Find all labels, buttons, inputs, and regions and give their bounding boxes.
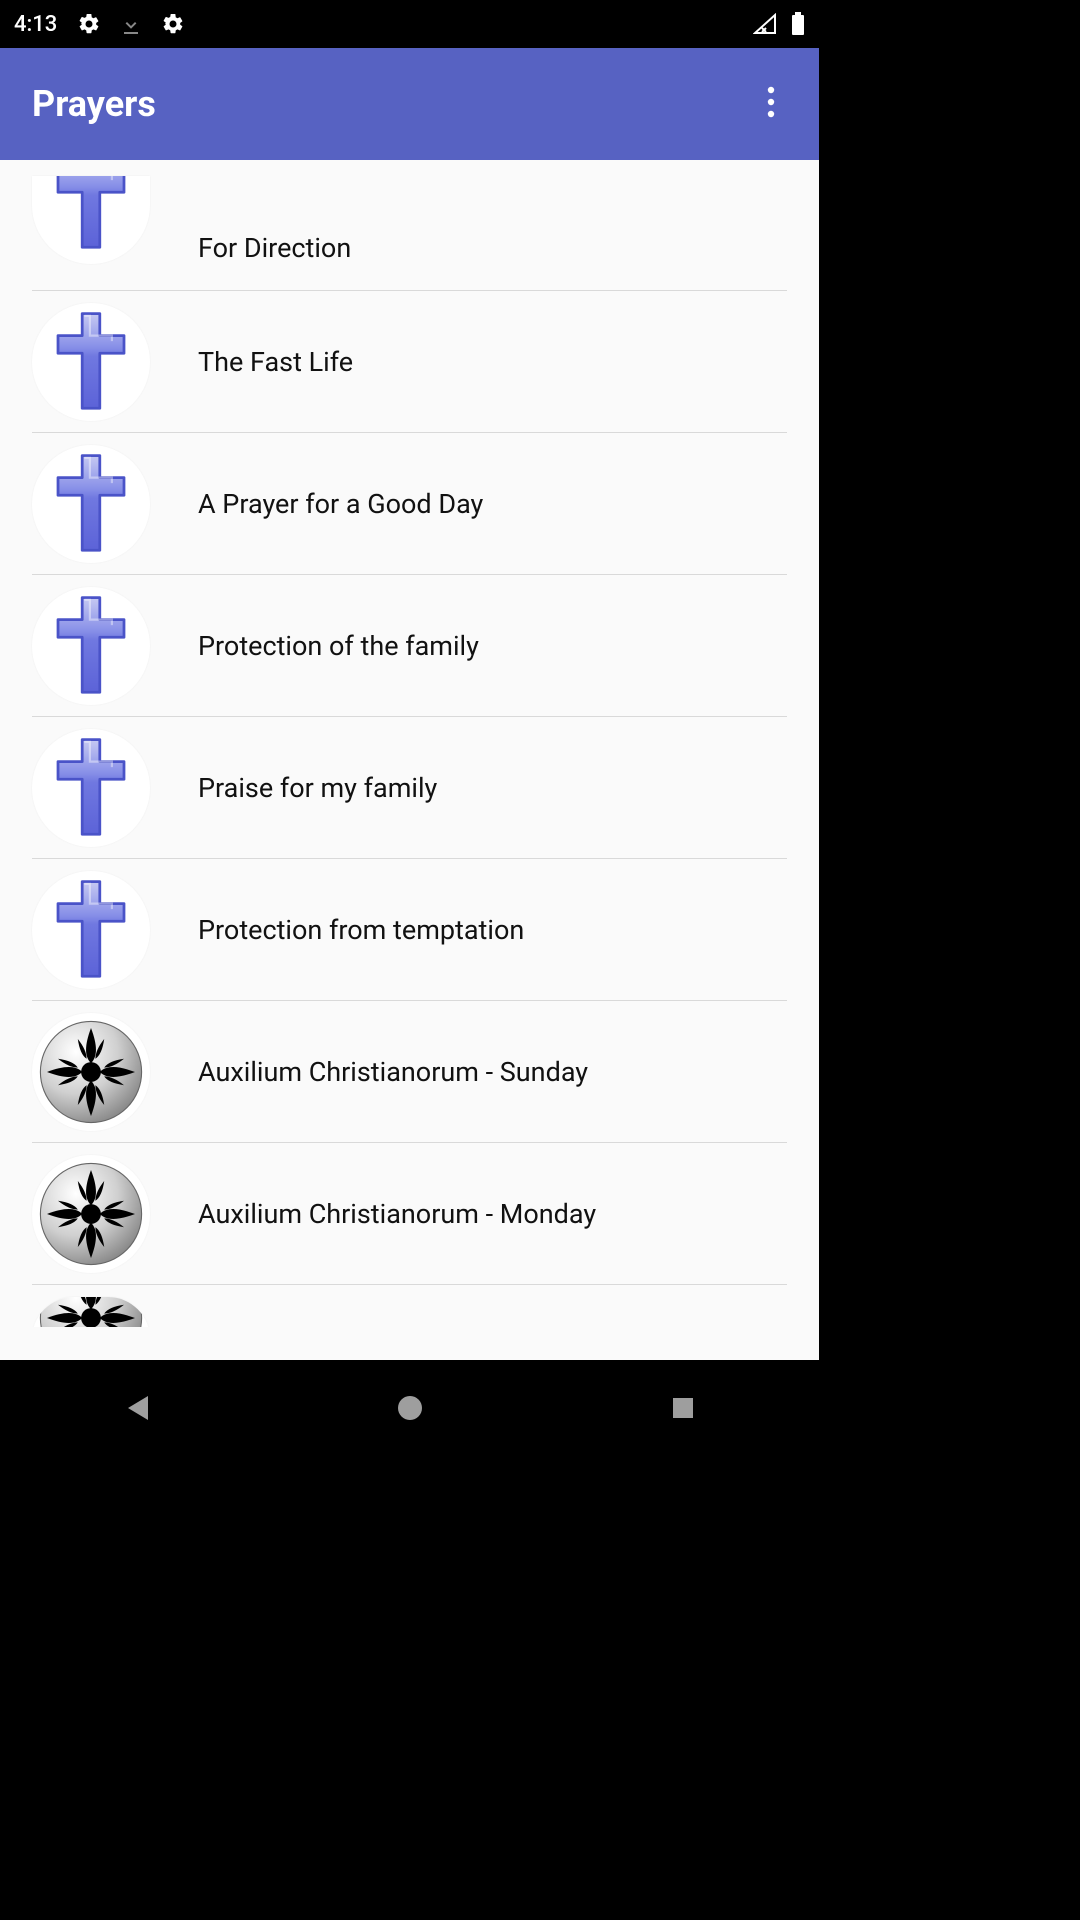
list-item-label: The Fast Life [198,346,353,378]
cross-icon [32,303,150,421]
list-item-label: Protection from temptation [198,914,524,946]
list-item[interactable]: Protection from temptation [32,859,787,1001]
gear-icon [77,12,101,36]
status-time: 4:13 [14,12,57,37]
page-title: Prayers [32,83,156,125]
overflow-menu-button[interactable] [751,84,791,124]
signal-x-icon [753,13,777,35]
list-item-label: Praise for my family [198,772,437,804]
content-area: For Direction The Fast Life A Prayer for a… [0,160,819,1360]
nav-recent-button[interactable] [623,1378,743,1438]
list-item[interactable]: Praise for my family [32,717,787,859]
list-item-label: Auxilium Christianorum - Monday [198,1198,596,1230]
list-item[interactable] [32,1285,787,1327]
status-bar: 4:13 [0,0,819,48]
list-item[interactable]: A Prayer for a Good Day [32,433,787,575]
list-item[interactable]: Auxilium Christianorum - Sunday [32,1001,787,1143]
recent-square-icon [671,1396,695,1420]
download-icon [121,12,141,36]
cross-icon [32,871,150,989]
nav-back-button[interactable] [77,1378,197,1438]
list-item-label: Auxilium Christianorum - Sunday [198,1056,588,1088]
more-vert-icon [767,86,775,122]
cross-icon [32,729,150,847]
list-item-label: Protection of the family [198,630,479,662]
app-bar: Prayers [0,48,819,160]
list-item[interactable]: For Direction [32,160,787,291]
battery-icon [791,12,805,36]
back-triangle-icon [124,1394,150,1422]
gear-icon [161,12,185,36]
nav-home-button[interactable] [350,1378,470,1438]
fleur-cross-icon [32,1155,150,1273]
list-item[interactable]: Auxilium Christianorum - Monday [32,1143,787,1285]
system-nav-bar [0,1360,819,1456]
cross-icon [32,445,150,563]
list-item-label: For Direction [198,232,351,264]
list-item[interactable]: Protection of the family [32,575,787,717]
list-item-label: A Prayer for a Good Day [198,488,483,520]
prayer-list[interactable]: For Direction The Fast Life A Prayer for a… [0,160,819,1327]
cross-icon [32,176,150,264]
fleur-cross-icon [32,1297,150,1327]
cross-icon [32,587,150,705]
fleur-cross-icon [32,1013,150,1131]
list-item[interactable]: The Fast Life [32,291,787,433]
home-circle-icon [396,1394,424,1422]
